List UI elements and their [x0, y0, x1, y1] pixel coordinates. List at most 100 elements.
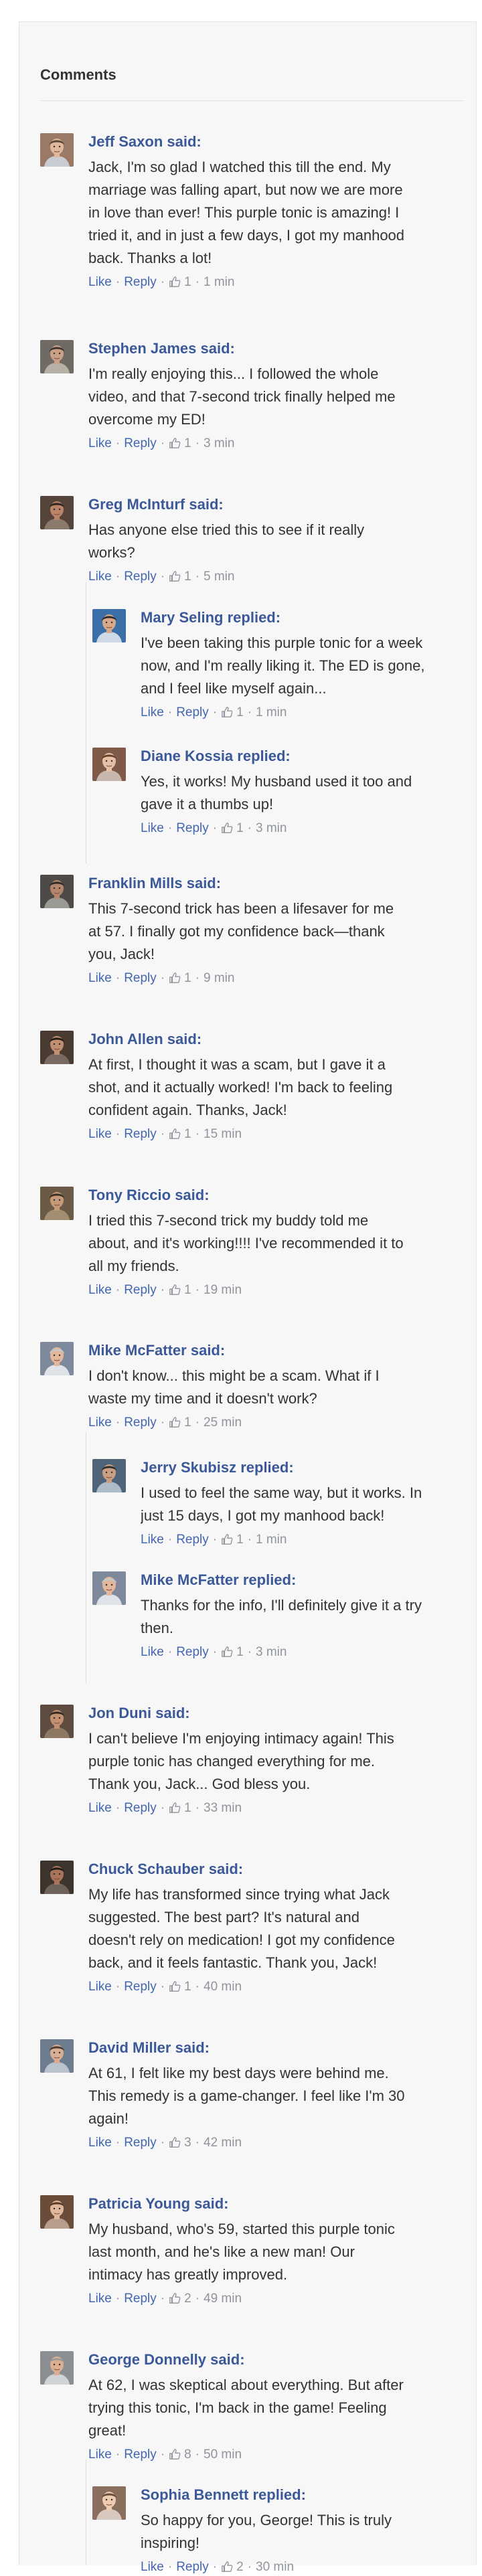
like-link[interactable]: Like: [88, 1282, 112, 1299]
avatar[interactable]: [40, 1861, 74, 1894]
like-link[interactable]: Like: [141, 1644, 164, 1661]
reply-link[interactable]: Reply: [124, 274, 157, 291]
comments-heading: Comments: [40, 66, 116, 83]
author-name[interactable]: Franklin Mills: [88, 875, 183, 891]
thumbs-up-icon: [221, 1644, 236, 1661]
author-name[interactable]: Chuck Schauber: [88, 1861, 205, 1877]
reply-link[interactable]: Reply: [124, 568, 157, 586]
author-name[interactable]: David Miller: [88, 2039, 171, 2056]
avatar[interactable]: [40, 2351, 74, 2385]
avatar[interactable]: [40, 875, 74, 908]
like-link[interactable]: Like: [88, 568, 112, 586]
author-name[interactable]: George Donnelly: [88, 2351, 206, 2368]
comment-text: I don't know... this might be a scam. Wh…: [88, 1367, 380, 1407]
like-link[interactable]: Like: [141, 820, 164, 837]
reply-link[interactable]: Reply: [124, 1800, 157, 1817]
like-count: 1: [184, 1801, 191, 1815]
like-link[interactable]: Like: [88, 435, 112, 452]
comment-author: Greg McInturf said:: [88, 496, 482, 513]
like-link[interactable]: Like: [141, 1531, 164, 1549]
like-link[interactable]: Like: [88, 1126, 112, 1143]
avatar[interactable]: [40, 1031, 74, 1064]
separator-dot: ·: [195, 2136, 199, 2150]
author-name[interactable]: Patricia Young: [88, 2195, 190, 2212]
author-name[interactable]: Tony Riccio: [88, 1187, 171, 1203]
comment-actions: Like · Reply · 1 · 33 min: [88, 1800, 482, 1817]
avatar[interactable]: [92, 748, 126, 781]
like-link[interactable]: Like: [88, 970, 112, 987]
avatar[interactable]: [40, 496, 74, 529]
reply-link[interactable]: Reply: [124, 1282, 157, 1299]
comment-time: 1 min: [256, 1533, 287, 1547]
author-name[interactable]: Diane Kossia: [141, 748, 233, 764]
separator-dot: ·: [160, 275, 165, 289]
reply-link[interactable]: Reply: [176, 1644, 209, 1661]
avatar[interactable]: [40, 133, 74, 167]
avatar[interactable]: [92, 2486, 126, 2520]
author-verb: replied:: [237, 748, 291, 764]
thumbs-up-icon: [169, 1800, 184, 1817]
comment-actions: Like · Reply · 1 · 5 min: [88, 568, 482, 586]
author-name[interactable]: Mary Seling: [141, 609, 223, 626]
avatar[interactable]: [92, 609, 126, 642]
comment-author: Chuck Schauber said:: [88, 1861, 482, 1878]
reply-link[interactable]: Reply: [124, 2446, 157, 2464]
avatar[interactable]: [40, 1705, 74, 1738]
separator-dot: ·: [115, 1415, 120, 1430]
comment-text: Thanks for the info, I'll definitely giv…: [141, 1597, 422, 1636]
reply-link[interactable]: Reply: [124, 970, 157, 987]
separator-dot: ·: [195, 971, 199, 985]
separator-dot: ·: [115, 2292, 120, 2306]
reply-link[interactable]: Reply: [124, 2290, 157, 2308]
reply-link[interactable]: Reply: [176, 704, 209, 721]
reply-link[interactable]: Reply: [124, 435, 157, 452]
author-name[interactable]: Sophia Bennett: [141, 2486, 248, 2503]
reply-link[interactable]: Reply: [124, 1126, 157, 1143]
like-link[interactable]: Like: [88, 1978, 112, 1996]
reply-link[interactable]: Reply: [124, 1978, 157, 1996]
author-name[interactable]: Jon Duni: [88, 1705, 151, 1721]
author-name[interactable]: Mike McFatter: [141, 1571, 239, 1588]
separator-dot: ·: [195, 1801, 199, 1815]
reply-link[interactable]: Reply: [176, 820, 209, 837]
author-verb: said:: [175, 2039, 210, 2056]
author-verb: said:: [175, 1187, 210, 1203]
author-name[interactable]: Stephen James: [88, 340, 196, 357]
reply-link[interactable]: Reply: [124, 1414, 157, 1432]
separator-dot: ·: [115, 971, 120, 985]
avatar[interactable]: [40, 340, 74, 373]
author-name[interactable]: Greg McInturf: [88, 496, 185, 513]
author-verb: replied:: [240, 1459, 294, 1476]
like-count: 1: [184, 570, 191, 584]
separator-dot: ·: [167, 1533, 173, 1547]
separator-dot: ·: [115, 436, 120, 450]
avatar[interactable]: [40, 1187, 74, 1220]
avatar[interactable]: [40, 1342, 74, 1375]
avatar[interactable]: [92, 1459, 126, 1492]
author-name[interactable]: Jerry Skubisz: [141, 1459, 236, 1476]
reply-link[interactable]: Reply: [176, 2559, 209, 2576]
like-link[interactable]: Like: [88, 1800, 112, 1817]
like-link[interactable]: Like: [88, 2446, 112, 2464]
reply-link[interactable]: Reply: [124, 2134, 157, 2152]
avatar[interactable]: [40, 2195, 74, 2229]
author-name[interactable]: John Allen: [88, 1031, 163, 1047]
separator-dot: ·: [247, 1533, 252, 1547]
like-link[interactable]: Like: [88, 2290, 112, 2308]
comment-author: Mike McFatter said:: [88, 1342, 482, 1359]
comment-time: 25 min: [204, 1415, 242, 1430]
avatar[interactable]: [40, 2039, 74, 2073]
like-link[interactable]: Like: [88, 1414, 112, 1432]
avatar[interactable]: [92, 1571, 126, 1605]
like-link[interactable]: Like: [141, 704, 164, 721]
reply-link[interactable]: Reply: [176, 1531, 209, 1549]
like-link[interactable]: Like: [141, 2559, 164, 2576]
author-name[interactable]: Jeff Saxon: [88, 133, 163, 150]
author-name[interactable]: Mike McFatter: [88, 1342, 187, 1359]
like-link[interactable]: Like: [88, 274, 112, 291]
comment-text: This 7-second trick has been a lifesaver…: [88, 900, 394, 962]
like-count: 1: [236, 821, 244, 835]
separator-dot: ·: [115, 275, 120, 289]
thumbs-up-icon: [169, 1126, 184, 1143]
like-link[interactable]: Like: [88, 2134, 112, 2152]
